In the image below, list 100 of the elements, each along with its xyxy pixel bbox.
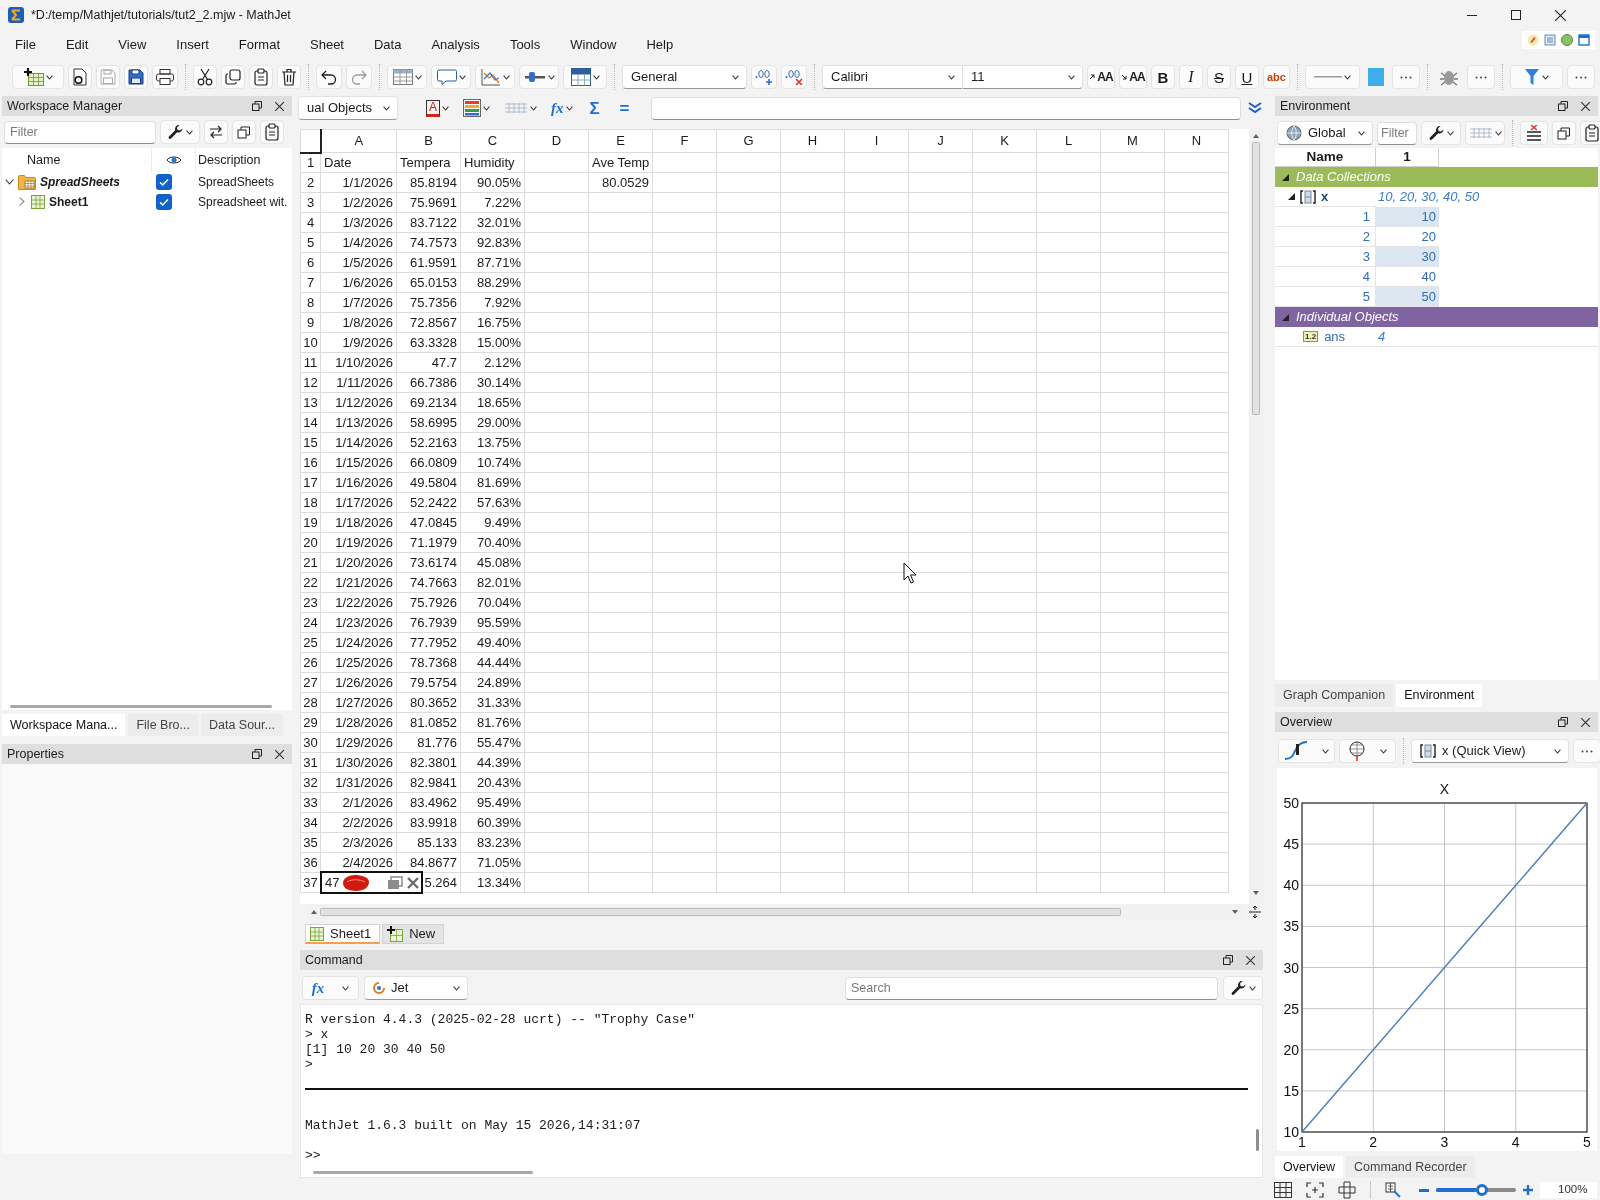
panel-tab[interactable]: Workspace Mana... [2, 714, 126, 736]
bold-button[interactable]: B [1151, 65, 1175, 89]
map-button[interactable] [1339, 739, 1396, 763]
line-style-dropdown[interactable] [1304, 65, 1360, 89]
menu-item[interactable]: Help [644, 35, 676, 55]
horizontal-scrollbar[interactable] [313, 1171, 533, 1174]
column-header[interactable]: D [524, 129, 589, 153]
font-grow-button[interactable]: AA [1087, 65, 1115, 89]
clear-button[interactable] [1520, 121, 1548, 145]
zoom-icon[interactable] [1385, 1182, 1401, 1198]
formula-field[interactable] [650, 96, 1241, 120]
panel-tab[interactable]: File Bro... [128, 714, 198, 736]
minimize-icon[interactable] [1467, 14, 1477, 16]
row-header[interactable]: 1 [300, 152, 321, 173]
function-plot-button[interactable] [1278, 739, 1335, 763]
chevron-right-icon[interactable] [19, 197, 25, 207]
paste-button[interactable] [260, 120, 284, 144]
row-header[interactable]: 20 [300, 532, 321, 553]
search-field[interactable]: Search [845, 976, 1218, 1000]
row-header[interactable]: 5 [300, 232, 321, 253]
menu-item[interactable]: Insert [174, 35, 211, 55]
cut-button[interactable] [193, 65, 217, 89]
view-dropdown[interactable]: x (Quick View) [1411, 739, 1569, 763]
column-header[interactable]: M [1100, 129, 1165, 153]
row-header[interactable]: 19 [300, 512, 321, 533]
plus-icon[interactable] [1523, 1185, 1533, 1195]
row-header[interactable]: 21 [300, 552, 321, 573]
column-header[interactable]: H [780, 129, 845, 153]
double-chevron-icon[interactable] [1247, 101, 1263, 115]
row-header[interactable]: 11 [300, 352, 321, 373]
maximize-icon[interactable] [1511, 10, 1521, 20]
menu-item[interactable]: Tools [507, 35, 543, 55]
windows-button[interactable] [232, 120, 256, 144]
decimal-increase-button[interactable] [751, 65, 777, 89]
sum-button[interactable]: Σ [582, 96, 607, 120]
column-header[interactable]: G [716, 129, 781, 153]
tools-button[interactable] [160, 120, 200, 144]
column-header[interactable]: J [908, 129, 973, 153]
menu-item[interactable]: File [13, 35, 38, 55]
sheet-tab[interactable]: New [382, 924, 445, 944]
row-header[interactable]: 22 [300, 572, 321, 593]
column-header[interactable]: B [396, 129, 461, 153]
scope-dropdown[interactable]: Global [1277, 121, 1373, 145]
menu-item[interactable]: View [116, 35, 149, 55]
new-sheet-button[interactable] [12, 65, 64, 89]
row-header[interactable]: 18 [300, 492, 321, 513]
row-header[interactable]: 9 [300, 312, 321, 333]
menu-item[interactable]: Data [372, 35, 404, 55]
restore-icon[interactable] [1558, 101, 1568, 111]
row-header[interactable]: 10 [300, 332, 321, 353]
engine-dropdown[interactable]: Jet [364, 976, 468, 1000]
frame-select-icon[interactable] [1306, 1182, 1324, 1198]
row-header[interactable]: 13 [300, 392, 321, 413]
strikethrough-button[interactable]: S [1207, 65, 1231, 89]
panel-tab[interactable]: Graph Companion [1275, 684, 1394, 707]
insert-control-button[interactable] [519, 65, 559, 89]
column-header[interactable]: F [652, 129, 717, 153]
copy-button[interactable] [221, 65, 245, 89]
filter-field[interactable]: Filter [4, 120, 156, 144]
insert-comment-button[interactable] [431, 65, 471, 89]
menu-item[interactable]: Window [568, 35, 619, 55]
variable-name[interactable]: ans [1324, 328, 1346, 345]
menu-item[interactable]: Format [236, 35, 282, 55]
panel-tab[interactable]: Overview [1275, 1156, 1344, 1178]
chevron-down-icon[interactable] [4, 179, 14, 185]
close-icon[interactable] [1581, 717, 1590, 727]
row-header[interactable]: 34 [300, 812, 321, 833]
swap-button[interactable] [204, 120, 228, 144]
panel-tab[interactable]: Environment [1396, 684, 1483, 707]
tools-button[interactable] [1223, 976, 1263, 1000]
object-dropdown[interactable]: ual Objects [298, 96, 398, 120]
column-header[interactable]: C [460, 129, 525, 153]
open-button[interactable] [68, 65, 92, 89]
horizontal-scrollbar[interactable] [10, 705, 272, 708]
splitter-icon[interactable] [1248, 905, 1262, 919]
row-header[interactable]: 2 [300, 172, 321, 193]
menu-item[interactable]: Sheet [308, 35, 346, 55]
text-color-button[interactable]: A [422, 96, 453, 120]
variable-name[interactable]: x [1321, 188, 1329, 205]
decimal-decrease-button[interactable] [781, 65, 807, 89]
column-header[interactable]: A [320, 129, 397, 153]
close-icon[interactable] [275, 749, 284, 759]
restore-icon[interactable] [1223, 955, 1233, 965]
restore-icon[interactable] [1558, 717, 1568, 727]
row-header[interactable]: 36 [300, 852, 321, 873]
close-icon[interactable] [275, 101, 284, 111]
close-icon[interactable] [1246, 955, 1255, 965]
minus-icon[interactable] [1419, 1188, 1429, 1192]
row-header[interactable]: 7 [300, 272, 321, 293]
font-shrink-button[interactable]: AA [1119, 65, 1147, 89]
row-header[interactable]: 23 [300, 592, 321, 613]
insert-formula-table-button[interactable] [563, 65, 607, 89]
row-header[interactable]: 4 [300, 212, 321, 233]
row-header[interactable]: 33 [300, 792, 321, 813]
row-header[interactable]: 3 [300, 192, 321, 213]
undo-button[interactable] [316, 65, 342, 89]
expanded-triangle-icon[interactable] [1282, 173, 1289, 181]
row-header[interactable]: 15 [300, 432, 321, 453]
row-header[interactable]: 35 [300, 832, 321, 853]
restore-icon[interactable] [252, 749, 262, 759]
